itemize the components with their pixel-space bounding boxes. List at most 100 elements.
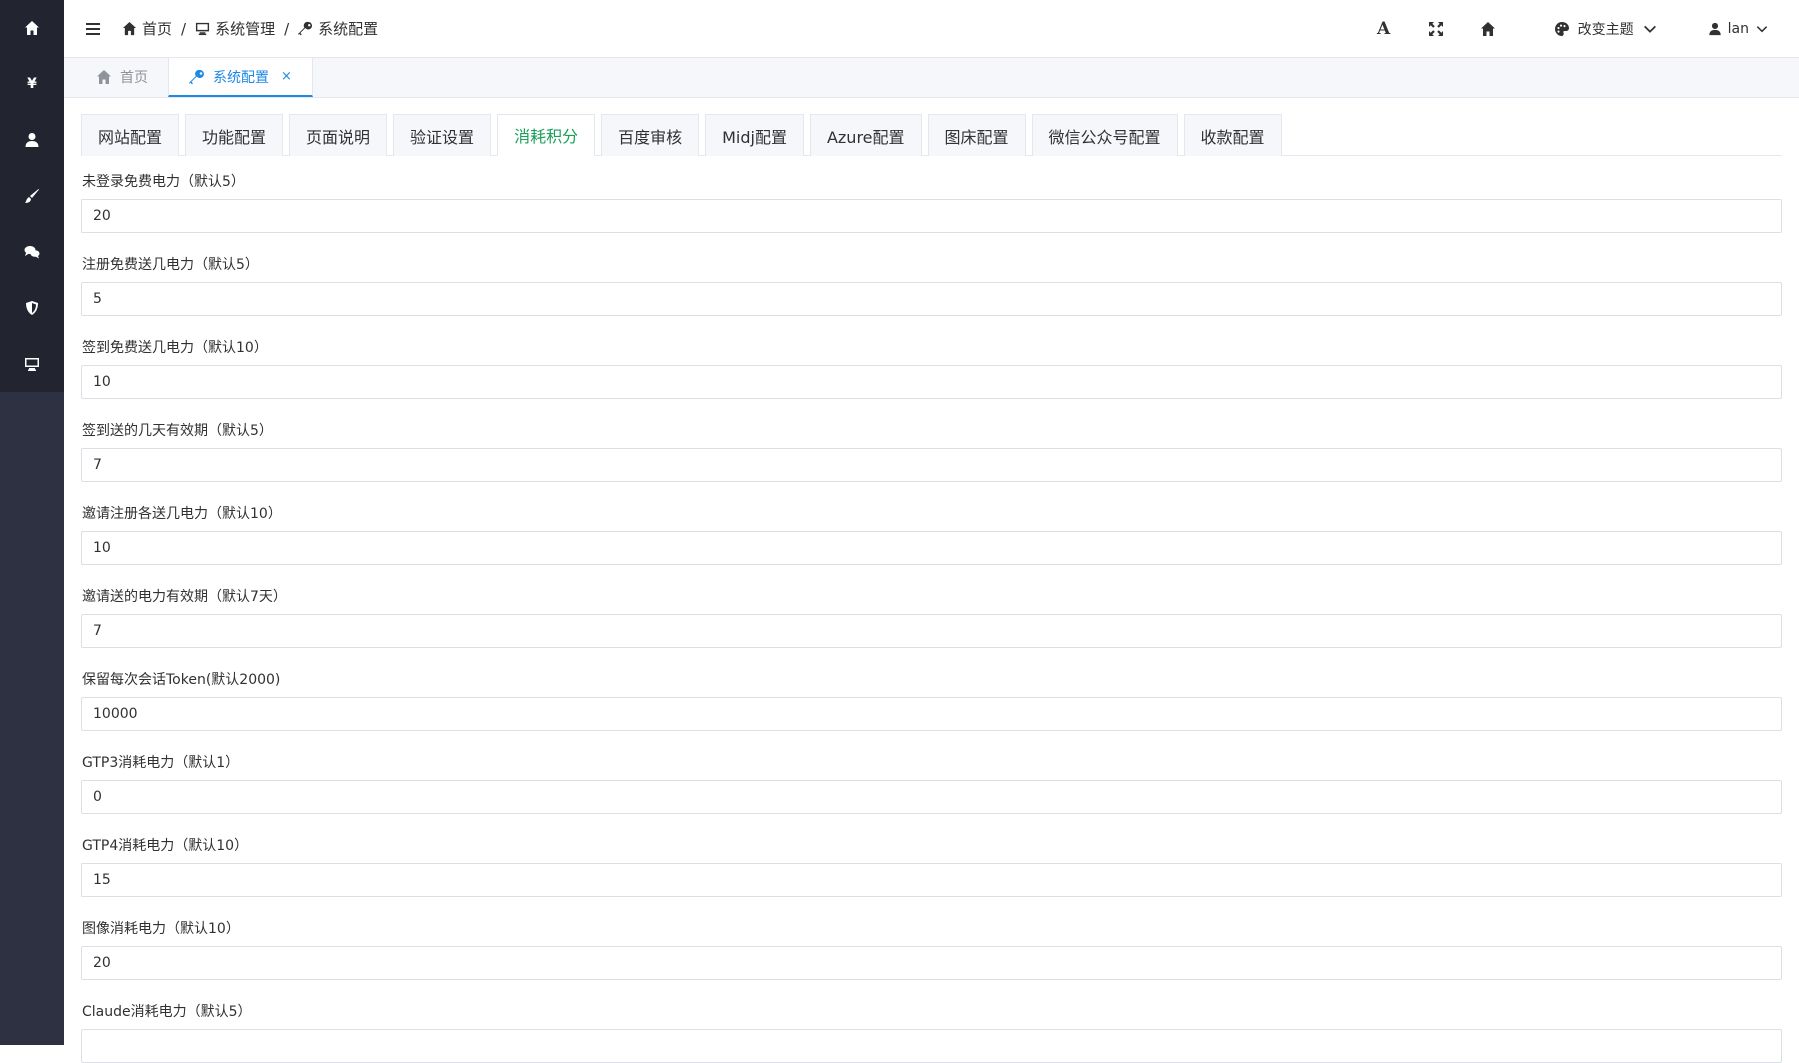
tab-consumption-points[interactable]: 消耗积分: [497, 114, 595, 156]
user-dropdown[interactable]: lan: [1708, 21, 1769, 37]
form-field: 保留每次会话Token(默认2000): [81, 670, 1782, 731]
home-button[interactable]: [1462, 0, 1514, 58]
field-label: 签到免费送几电力（默认10）: [81, 338, 1782, 358]
breadcrumb-label: 首页: [142, 18, 172, 39]
breadcrumb: 首页 / 系统管理 / 系统配置: [122, 18, 378, 39]
top-header: 首页 / 系统管理 / 系统配置 A 改变主题 lan: [64, 0, 1799, 58]
field-label: 签到送的几天有效期（默认5）: [81, 421, 1782, 441]
home-icon: [96, 69, 112, 85]
brush-icon: [24, 188, 40, 204]
hamburger-icon: [85, 22, 101, 36]
field-label: 邀请注册各送几电力（默认10）: [81, 504, 1782, 524]
checkin-validity-input[interactable]: [81, 448, 1782, 482]
checkin-bonus-input[interactable]: [81, 365, 1782, 399]
chevron-down-icon: [1755, 22, 1769, 36]
field-label: 保留每次会话Token(默认2000): [81, 670, 1782, 690]
theme-dropdown[interactable]: 改变主题: [1554, 19, 1658, 39]
theme-label: 改变主题: [1578, 19, 1634, 39]
tab-azure-config[interactable]: Azure配置: [810, 114, 922, 156]
breadcrumb-system-config: 系统配置: [298, 18, 378, 39]
menu-toggle-button[interactable]: [64, 0, 122, 58]
home-icon: [1480, 21, 1496, 37]
breadcrumb-home[interactable]: 首页: [122, 18, 172, 39]
config-tabs: 网站配置 功能配置 页面说明 验证设置 消耗积分 百度审核 Midj配置 Azu…: [81, 114, 1782, 156]
guest-free-power-input[interactable]: [81, 199, 1782, 233]
tags-view: 首页 系统配置 ×: [64, 58, 1799, 98]
home-icon: [24, 20, 40, 36]
font-size-icon: A: [1377, 19, 1390, 39]
tab-verification-settings[interactable]: 验证设置: [393, 114, 491, 156]
register-bonus-input[interactable]: [81, 282, 1782, 316]
monitor-icon: [195, 21, 210, 36]
user-icon: [1708, 22, 1722, 36]
form-field: 签到送的几天有效期（默认5）: [81, 421, 1782, 482]
key-icon: [298, 21, 313, 36]
sidebar-item-draw[interactable]: [0, 168, 64, 224]
chat-icon: [24, 244, 40, 260]
sidebar-item-finance[interactable]: ¥: [0, 56, 64, 112]
tab-website-config[interactable]: 网站配置: [81, 114, 179, 156]
field-label: Claude消耗电力（默认5）: [81, 1002, 1782, 1022]
home-icon: [122, 21, 137, 36]
palette-icon: [1554, 21, 1570, 37]
tab-feature-config[interactable]: 功能配置: [185, 114, 283, 156]
sidebar-menu: ¥: [0, 0, 64, 392]
form-field: Claude消耗电力（默认5）: [81, 1002, 1782, 1063]
form-field: GTP3消耗电力（默认1）: [81, 753, 1782, 814]
sidebar-item-users[interactable]: [0, 112, 64, 168]
tag-label: 系统配置: [213, 67, 269, 87]
form-field: 邀请送的电力有效期（默认7天）: [81, 587, 1782, 648]
claude-cost-input[interactable]: [81, 1029, 1782, 1063]
consumption-form: 未登录免费电力（默认5） 注册免费送几电力（默认5） 签到免费送几电力（默认10…: [81, 172, 1782, 1063]
sidebar: ¥: [0, 0, 64, 1045]
monitor-icon: [24, 356, 40, 372]
breadcrumb-label: 系统配置: [318, 18, 378, 39]
breadcrumb-separator: /: [284, 20, 289, 38]
field-label: 未登录免费电力（默认5）: [81, 172, 1782, 192]
breadcrumb-system-management[interactable]: 系统管理: [195, 18, 275, 39]
field-label: GTP4消耗电力（默认10）: [81, 836, 1782, 856]
tab-wechat-config[interactable]: 微信公众号配置: [1032, 114, 1178, 156]
form-field: 签到免费送几电力（默认10）: [81, 338, 1782, 399]
form-field: 邀请注册各送几电力（默认10）: [81, 504, 1782, 565]
header-actions: A 改变主题 lan: [1358, 0, 1799, 58]
fullscreen-icon: [1428, 21, 1444, 37]
field-label: 邀请送的电力有效期（默认7天）: [81, 587, 1782, 607]
close-icon[interactable]: ×: [281, 69, 292, 84]
image-cost-input[interactable]: [81, 946, 1782, 980]
tag-label: 首页: [120, 67, 148, 87]
sidebar-item-security[interactable]: [0, 280, 64, 336]
breadcrumb-separator: /: [181, 20, 186, 38]
tab-midj-config[interactable]: Midj配置: [705, 114, 804, 156]
sidebar-item-system[interactable]: [0, 336, 64, 392]
sidebar-item-home[interactable]: [0, 0, 64, 56]
field-label: 注册免费送几电力（默认5）: [81, 255, 1782, 275]
form-field: GTP4消耗电力（默认10）: [81, 836, 1782, 897]
form-field: 注册免费送几电力（默认5）: [81, 255, 1782, 316]
invite-bonus-input[interactable]: [81, 531, 1782, 565]
chevron-down-icon: [1642, 21, 1658, 37]
field-label: 图像消耗电力（默认10）: [81, 919, 1782, 939]
user-icon: [24, 132, 40, 148]
fullscreen-button[interactable]: [1410, 0, 1462, 58]
gtp4-cost-input[interactable]: [81, 863, 1782, 897]
tab-image-host-config[interactable]: 图床配置: [928, 114, 1026, 156]
tag-system-config[interactable]: 系统配置 ×: [168, 57, 313, 97]
invite-validity-input[interactable]: [81, 614, 1782, 648]
sidebar-item-chat[interactable]: [0, 224, 64, 280]
user-name: lan: [1728, 21, 1749, 37]
tag-home[interactable]: 首页: [76, 57, 168, 97]
form-field: 未登录免费电力（默认5）: [81, 172, 1782, 233]
yen-icon: ¥: [27, 76, 37, 92]
breadcrumb-label: 系统管理: [215, 18, 275, 39]
field-label: GTP3消耗电力（默认1）: [81, 753, 1782, 773]
tab-page-description[interactable]: 页面说明: [289, 114, 387, 156]
key-icon: [189, 69, 205, 85]
gtp3-cost-input[interactable]: [81, 780, 1782, 814]
main-content: 网站配置 功能配置 页面说明 验证设置 消耗积分 百度审核 Midj配置 Azu…: [81, 114, 1782, 1045]
session-token-input[interactable]: [81, 697, 1782, 731]
tab-baidu-review[interactable]: 百度审核: [601, 114, 699, 156]
tab-payment-config[interactable]: 收款配置: [1184, 114, 1282, 156]
font-size-button[interactable]: A: [1358, 0, 1410, 58]
form-field: 图像消耗电力（默认10）: [81, 919, 1782, 980]
